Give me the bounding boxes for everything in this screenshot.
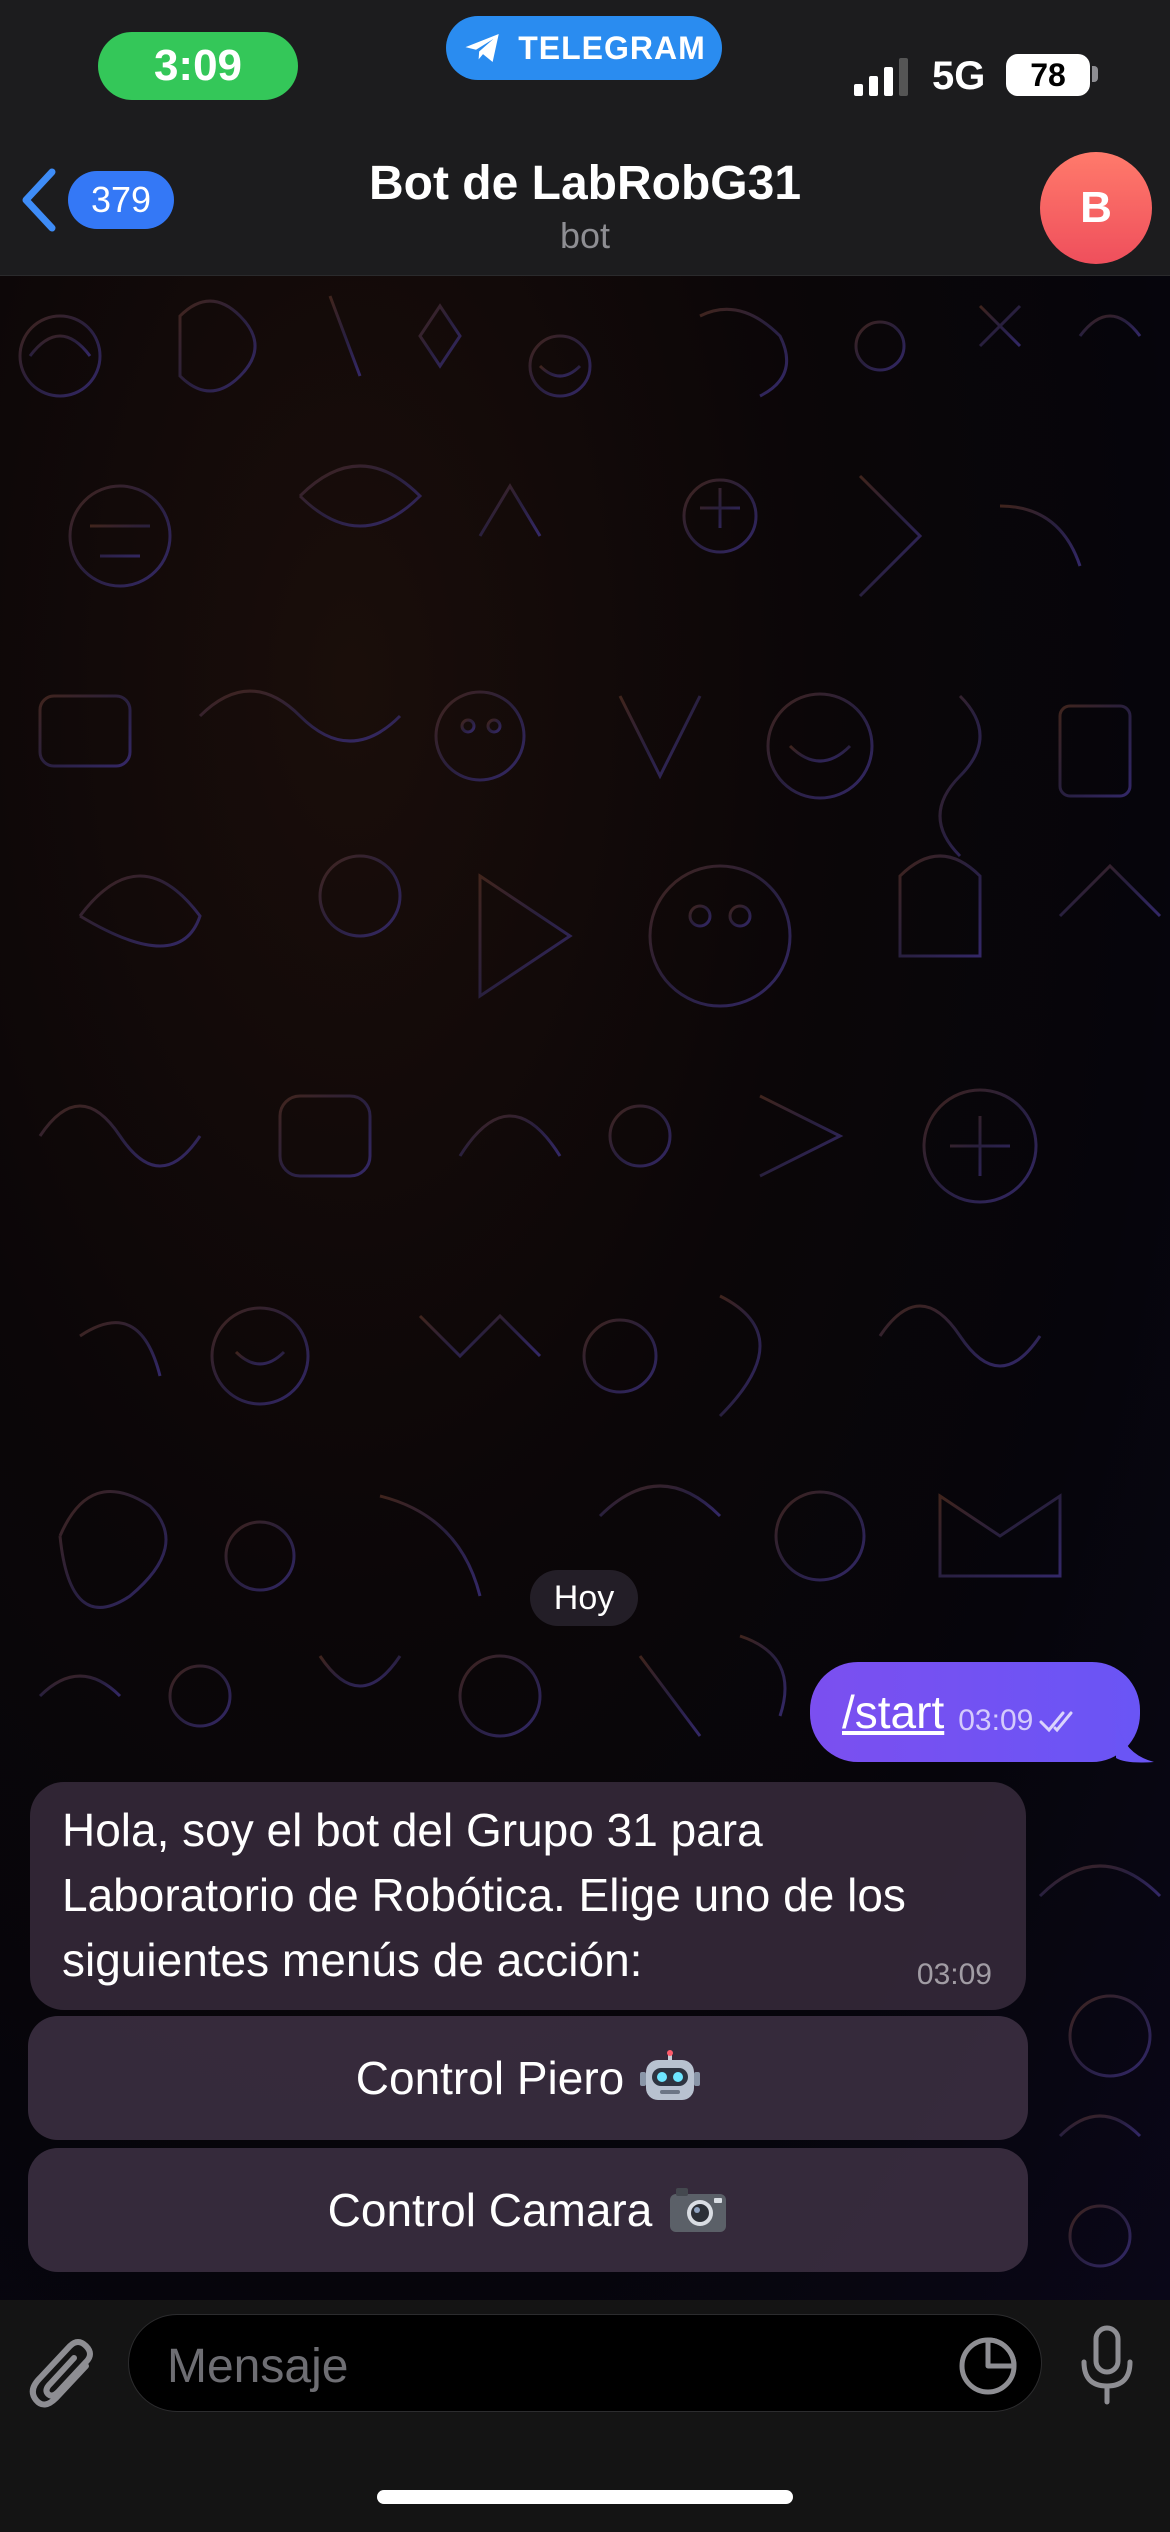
outgoing-message-text[interactable]: /start: [842, 1685, 944, 1739]
message-input-placeholder: Mensaje: [167, 2340, 349, 2393]
incoming-message[interactable]: Hola, soy el bot del Grupo 31 para Labor…: [30, 1782, 1026, 2010]
status-bar: 3:09 TELEGRAM 5G 78: [0, 0, 1170, 140]
battery-icon: 78: [1006, 54, 1090, 96]
paperclip-icon[interactable]: [26, 2336, 102, 2422]
network-type: 5G: [932, 54, 986, 98]
home-indicator[interactable]: [377, 2490, 793, 2504]
battery-cap: [1092, 66, 1098, 82]
chat-title-area[interactable]: Bot de LabRobG31 bot: [285, 154, 885, 257]
battery-level: 78: [1030, 56, 1066, 93]
keyboard-button-label: Control Camara: [327, 2184, 653, 2236]
date-separator: Hoy: [530, 1570, 638, 1626]
avatar[interactable]: B: [1040, 152, 1152, 264]
camera-icon: [670, 2188, 727, 2232]
robot-face-icon: [640, 2050, 701, 2100]
chat-header: 379 Bot de LabRobG31 bot B: [0, 140, 1170, 276]
chevron-left-icon: [22, 168, 56, 232]
keyboard-button-control-piero[interactable]: Control Piero: [28, 2016, 1028, 2140]
app-pill-label: TELEGRAM: [518, 29, 706, 66]
outgoing-bubble-tail: [1116, 1718, 1154, 1763]
incoming-message-text: Hola, soy el bot del Grupo 31 para Labor…: [62, 1804, 906, 1986]
message-composer: Mensaje: [0, 2300, 1170, 2532]
outgoing-message[interactable]: /start 03:09: [810, 1662, 1140, 1762]
microphone-icon[interactable]: [1076, 2324, 1138, 2406]
unread-badge: 379: [68, 171, 174, 229]
avatar-letter: B: [1080, 183, 1112, 232]
double-check-icon: [1039, 1711, 1073, 1733]
back-button[interactable]: 379: [18, 166, 174, 234]
signal-icon: [854, 58, 908, 96]
chat-title: Bot de LabRobG31: [368, 157, 802, 210]
telegram-icon: [465, 34, 499, 62]
outgoing-message-time: 03:09: [958, 1704, 1034, 1737]
status-time[interactable]: 3:09: [98, 32, 298, 100]
sticker-icon[interactable]: [957, 2335, 1019, 2397]
chat-area[interactable]: Hoy /start 03:09 Hola, soy el bot del Gr…: [0, 276, 1170, 2300]
app-return-pill[interactable]: TELEGRAM: [446, 16, 722, 80]
keyboard-button-label: Control Piero: [355, 2052, 625, 2104]
incoming-message-time: 03:09: [916, 1958, 992, 1991]
outgoing-message-meta: 03:09: [958, 1704, 1085, 1738]
message-input[interactable]: Mensaje: [128, 2314, 1042, 2412]
chat-subtitle: bot: [559, 215, 611, 256]
keyboard-button-control-camara[interactable]: Control Camara: [28, 2148, 1028, 2272]
